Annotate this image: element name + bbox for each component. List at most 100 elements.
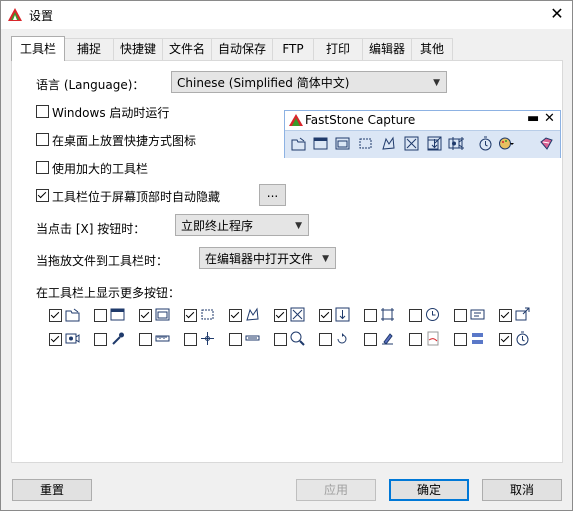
capture-rectangle-toolbar-checkbox[interactable] bbox=[184, 309, 197, 322]
auto-hide-label: 工具栏位于屏幕顶部时自动隐藏 bbox=[52, 190, 221, 204]
close-toolbar-button[interactable]: ✕ bbox=[544, 111, 555, 126]
close-window-button[interactable]: ✕ bbox=[542, 1, 572, 29]
loop-toolbar-checkbox[interactable] bbox=[319, 333, 332, 346]
tab-print[interactable]: 打印 bbox=[313, 38, 363, 60]
close-action-select[interactable]: 立即终止程序 ▼ bbox=[175, 214, 309, 236]
desktop-shortcut-label: 在桌面上放置快捷方式图标 bbox=[52, 134, 197, 148]
faststone-capture-toolbar[interactable]: FastStone Capture ▬ ✕ bbox=[284, 110, 561, 158]
output-toolbar-button[interactable] bbox=[427, 136, 442, 151]
large-toolbar-checkbox[interactable] bbox=[36, 161, 49, 174]
screen-recorder-toolbar-checkbox[interactable] bbox=[49, 333, 62, 346]
timer-toolbar-checkbox[interactable] bbox=[499, 333, 512, 346]
faststone-logo-icon bbox=[8, 8, 22, 21]
crosshair-icon bbox=[200, 331, 215, 346]
delayed-capture-toolbar-checkbox[interactable] bbox=[409, 309, 422, 322]
capture-object-toolbar-button[interactable] bbox=[335, 136, 350, 151]
open-folder-toolbar-checkbox[interactable] bbox=[49, 309, 62, 322]
capture-fullscreen-toolbar-button[interactable] bbox=[404, 136, 419, 151]
close-action-label: 当点击 [X] 按钮时： bbox=[36, 222, 146, 236]
capture-freehand-icon bbox=[245, 307, 260, 322]
magnifier-toolbar-checkbox[interactable] bbox=[274, 333, 287, 346]
floating-toolbar-title: FastStone Capture bbox=[305, 113, 416, 127]
screen-pen-toolbar-checkbox[interactable] bbox=[364, 333, 377, 346]
screen-pen-icon bbox=[380, 331, 395, 346]
capture-scrolling-toolbar-checkbox[interactable] bbox=[319, 309, 332, 322]
drop-action-select[interactable]: 在编辑器中打开文件 ▼ bbox=[199, 247, 336, 269]
screen-ruler-icon bbox=[155, 331, 170, 346]
open-folder-toolbar-button[interactable] bbox=[291, 136, 306, 151]
capture-fixed-region-toolbar-checkbox[interactable] bbox=[364, 309, 377, 322]
settings-window: 设置 ✕ 工具栏 捕捉 快捷键 文件名 自动保存 FTP 打印 编辑器 其他 语… bbox=[0, 0, 573, 511]
tab-editor[interactable]: 编辑器 bbox=[362, 38, 412, 60]
minimize-button[interactable]: ▬ bbox=[527, 111, 539, 126]
timer-icon bbox=[515, 331, 530, 346]
capture-window-icon bbox=[110, 307, 125, 322]
title-bar: 设置 ✕ bbox=[1, 1, 572, 29]
window-title: 设置 bbox=[29, 9, 54, 23]
close-action-value: 立即终止程序 bbox=[181, 219, 254, 233]
loop-icon bbox=[335, 331, 350, 346]
more-buttons-label: 在工具栏上显示更多按钮： bbox=[36, 286, 181, 300]
apply-button[interactable]: 应用 bbox=[296, 479, 376, 501]
auto-hide-checkbox[interactable] bbox=[36, 189, 49, 202]
chevron-down-icon: ▼ bbox=[322, 254, 329, 264]
output-toolbar-checkbox[interactable] bbox=[499, 309, 512, 322]
language-select[interactable]: Chinese (Simplified 简体中文) ▼ bbox=[171, 71, 447, 93]
color-picker-icon bbox=[110, 331, 125, 346]
capture-object-toolbar-checkbox[interactable] bbox=[139, 309, 152, 322]
capture-freehand-toolbar-checkbox[interactable] bbox=[229, 309, 242, 322]
chevron-down-icon: ▼ bbox=[295, 221, 302, 231]
language-value: Chinese (Simplified 简体中文) bbox=[177, 76, 350, 90]
tab-autosave[interactable]: 自动保存 bbox=[211, 38, 273, 60]
delayed-capture-icon bbox=[425, 307, 440, 322]
screen-ruler-toolbar-checkbox[interactable] bbox=[139, 333, 152, 346]
capture-scrolling-icon bbox=[335, 307, 350, 322]
large-toolbar-label: 使用加大的工具栏 bbox=[52, 162, 149, 176]
tab-toolbar[interactable]: 工具栏 bbox=[11, 36, 65, 61]
capture-window-toolbar-button[interactable] bbox=[313, 136, 328, 151]
floating-toolbar-buttons bbox=[285, 130, 560, 158]
crosshair-toolbar-checkbox[interactable] bbox=[184, 333, 197, 346]
combine-images-icon bbox=[470, 331, 485, 346]
pdf-toolbar-checkbox[interactable] bbox=[409, 333, 422, 346]
minus-bar-icon bbox=[245, 331, 260, 346]
capture-fullscreen-toolbar-checkbox[interactable] bbox=[274, 309, 287, 322]
output-icon bbox=[515, 307, 530, 322]
tab-ftp[interactable]: FTP bbox=[272, 38, 314, 60]
screen-recorder-toolbar-button[interactable] bbox=[448, 136, 463, 151]
drop-action-label: 当拖放文件到工具栏时： bbox=[36, 254, 169, 268]
combine-images-toolbar-checkbox[interactable] bbox=[454, 333, 467, 346]
tab-hotkeys[interactable]: 快捷键 bbox=[113, 38, 163, 60]
capture-fixed-region-icon bbox=[380, 307, 395, 322]
auto-hide-settings-button[interactable]: ... bbox=[259, 184, 286, 206]
tab-capture[interactable]: 捕捉 bbox=[64, 38, 114, 60]
chevron-down-icon: ▼ bbox=[433, 78, 440, 88]
open-folder-icon bbox=[65, 307, 80, 322]
faststone-logo-icon bbox=[289, 114, 303, 126]
tab-other[interactable]: 其他 bbox=[411, 38, 453, 60]
minus-bar-toolbar-checkbox[interactable] bbox=[229, 333, 242, 346]
timer-toolbar-button[interactable] bbox=[478, 136, 493, 151]
capture-window-toolbar-checkbox[interactable] bbox=[94, 309, 107, 322]
desktop-shortcut-checkbox[interactable] bbox=[36, 133, 49, 146]
drop-action-value: 在编辑器中打开文件 bbox=[205, 252, 314, 266]
ok-button[interactable]: 确定 bbox=[389, 479, 469, 501]
text-capture-icon bbox=[470, 307, 485, 322]
screen-recorder-icon bbox=[65, 331, 80, 346]
tab-filename[interactable]: 文件名 bbox=[162, 38, 212, 60]
capture-object-icon bbox=[155, 307, 170, 322]
reset-button[interactable]: 重置 bbox=[12, 479, 92, 501]
text-capture-toolbar-checkbox[interactable] bbox=[454, 309, 467, 322]
capture-rectangle-icon bbox=[200, 307, 215, 322]
cancel-button[interactable]: 取消 bbox=[482, 479, 562, 501]
color-picker-toolbar-checkbox[interactable] bbox=[94, 333, 107, 346]
magnifier-icon bbox=[290, 331, 305, 346]
settings-toolbar-button[interactable] bbox=[539, 136, 554, 151]
capture-rectangle-toolbar-button[interactable] bbox=[358, 136, 373, 151]
run-at-startup-checkbox[interactable] bbox=[36, 105, 49, 118]
language-label: 语言 (Language)： bbox=[36, 78, 145, 92]
run-at-startup-label: Windows 启动时运行 bbox=[52, 106, 170, 120]
capture-freehand-toolbar-button[interactable] bbox=[381, 136, 396, 151]
palette-dropdown-toolbar-button[interactable] bbox=[499, 136, 514, 151]
pdf-icon bbox=[425, 331, 440, 346]
